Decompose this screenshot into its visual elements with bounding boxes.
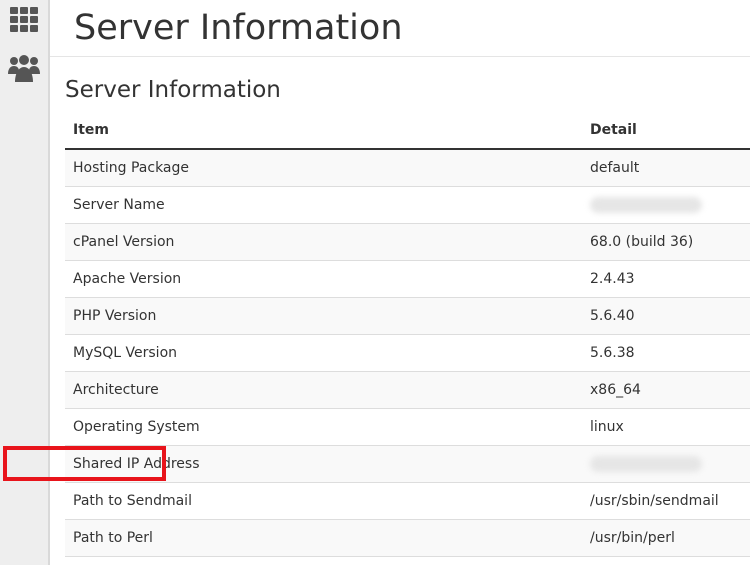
- table-row: Apache Version 2.4.43: [65, 260, 750, 298]
- redacted-value: [590, 456, 702, 472]
- page-header: Server Information: [50, 0, 750, 57]
- row-detail: /usr/sbin/sendmail: [582, 482, 750, 520]
- row-item: Hosting Package: [65, 149, 582, 187]
- sidebar: [0, 0, 50, 565]
- row-item: Operating System: [65, 408, 582, 446]
- table-row: Server Name: [65, 186, 750, 224]
- column-header-item: Item: [65, 112, 582, 150]
- redacted-value: [590, 197, 702, 213]
- row-detail-redacted: [582, 186, 750, 224]
- table-row: cPanel Version 68.0 (build 36): [65, 223, 750, 261]
- row-item: Path to Sendmail: [65, 482, 582, 520]
- table-row: Architecture x86_64: [65, 371, 750, 409]
- page-title: Server Information: [74, 8, 403, 48]
- table-row: Hosting Package default: [65, 149, 750, 187]
- row-detail: linux: [582, 408, 750, 446]
- table-row: MySQL Version 5.6.38: [65, 334, 750, 372]
- row-item: PHP Version: [65, 297, 582, 335]
- row-detail: 68.0 (build 36): [582, 223, 750, 261]
- table-row: PHP Version 5.6.40: [65, 297, 750, 335]
- row-detail: 2.4.43: [582, 260, 750, 298]
- row-item: cPanel Version: [65, 223, 582, 261]
- row-item: Shared IP Address: [65, 445, 582, 483]
- row-item: Apache Version: [65, 260, 582, 298]
- row-detail: 5.6.40: [582, 297, 750, 335]
- section-title: Server Information: [65, 77, 281, 103]
- row-item: Server Name: [65, 186, 582, 224]
- row-detail-redacted: [582, 445, 750, 483]
- table-row: Path to Perl /usr/bin/perl: [65, 519, 750, 557]
- row-detail: default: [582, 149, 750, 187]
- users-group-icon[interactable]: [8, 52, 40, 84]
- row-detail: 5.6.38: [582, 334, 750, 372]
- table-row: Shared IP Address: [65, 445, 750, 483]
- server-info-table: Item Detail Hosting Package default Serv…: [65, 112, 750, 557]
- row-item: Path to Perl: [65, 519, 582, 557]
- table-row: Operating System linux: [65, 408, 750, 446]
- apps-grid-icon[interactable]: [8, 4, 40, 36]
- main-content: Server Information Server Information It…: [50, 0, 750, 565]
- row-detail: /usr/bin/perl: [582, 519, 750, 557]
- row-item: MySQL Version: [65, 334, 582, 372]
- table-header-row: Item Detail: [65, 112, 750, 150]
- row-detail: x86_64: [582, 371, 750, 409]
- table-row: Path to Sendmail /usr/sbin/sendmail: [65, 482, 750, 520]
- row-item: Architecture: [65, 371, 582, 409]
- column-header-detail: Detail: [582, 112, 750, 150]
